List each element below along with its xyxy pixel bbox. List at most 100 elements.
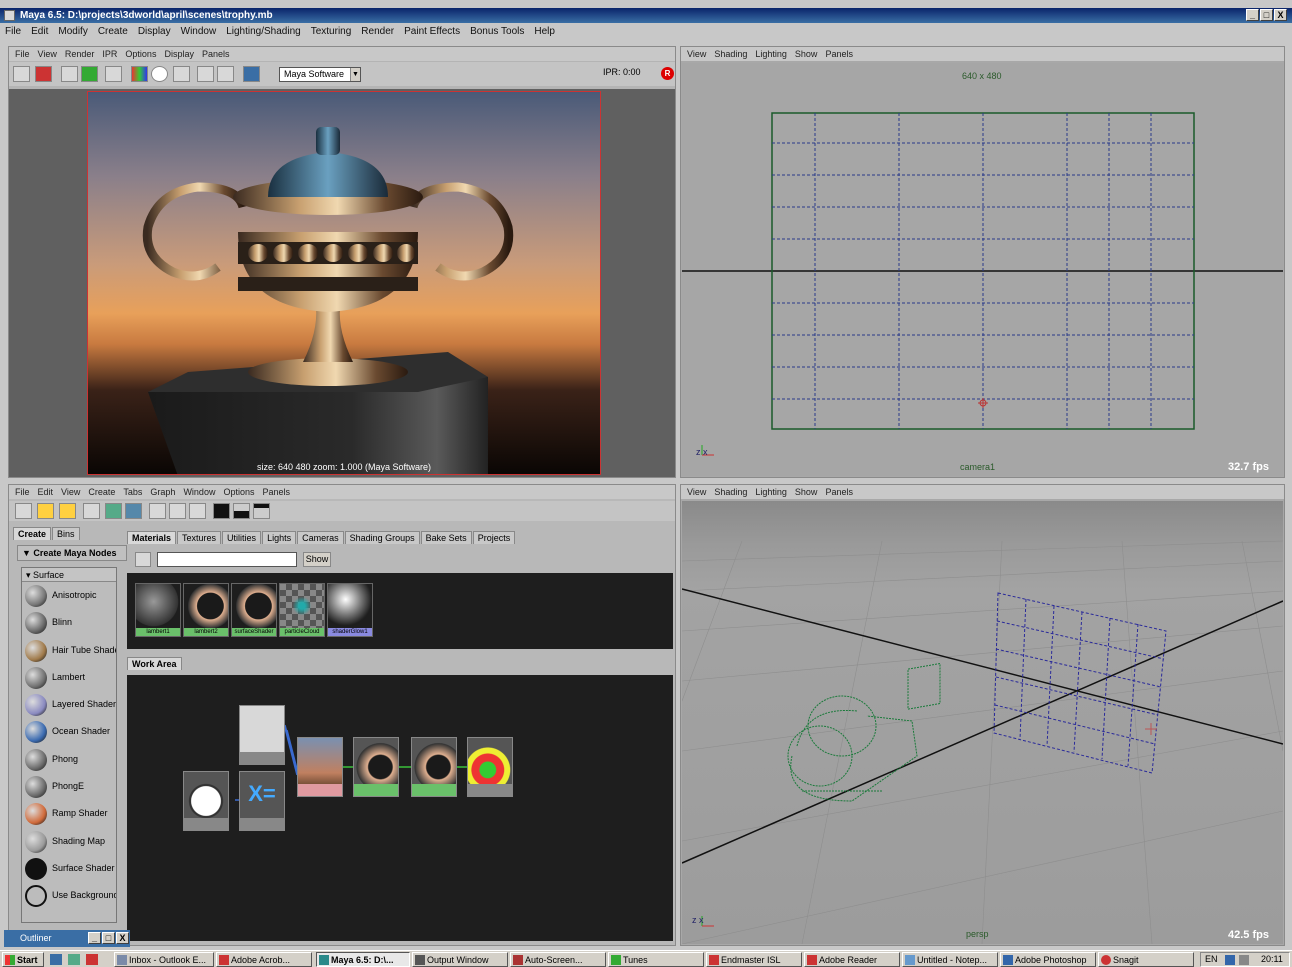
task-endmaster[interactable]: Endmaster ISL [706,952,802,967]
redo-render-icon[interactable] [13,66,30,82]
task-output-window[interactable]: Output Window [412,952,508,967]
hs-menu-panels[interactable]: Panels [262,487,290,497]
node-item[interactable]: PhongE [22,773,116,800]
quicklaunch-desktop-icon[interactable] [50,954,62,965]
one-to-one-icon[interactable] [173,66,190,82]
keep-image-icon[interactable] [197,66,214,82]
node-item[interactable]: Ocean Shader [22,718,116,745]
work-area[interactable]: X= [127,675,673,941]
tray-network-icon[interactable] [1225,955,1235,965]
render-settings-icon[interactable] [243,66,260,82]
input-connections-icon[interactable] [149,503,166,519]
node-item[interactable]: Surface Shader [22,855,116,882]
menu-bonus-tools[interactable]: Bonus Tools [465,24,529,39]
tab-bake-sets[interactable]: Bake Sets [420,531,472,544]
menu-texturing[interactable]: Texturing [306,24,357,39]
hs-menu-view[interactable]: View [61,487,80,497]
menu-display[interactable]: Display [133,24,176,39]
node-item[interactable]: Lambert [22,664,116,691]
persp-menu-view[interactable]: View [687,487,706,497]
front-menu-lighting[interactable]: Lighting [755,49,787,59]
task-snagit[interactable]: Snagit [1098,952,1194,967]
filter-icon[interactable] [135,552,151,567]
tab-shading-groups[interactable]: Shading Groups [344,531,420,544]
snapshot-icon[interactable] [61,66,78,82]
render-menu-file[interactable]: File [15,49,30,59]
menu-edit[interactable]: Edit [26,24,53,39]
language-indicator[interactable]: EN [1205,954,1218,964]
hs-menu-edit[interactable]: Edit [38,487,54,497]
tab-projects[interactable]: Projects [472,531,516,544]
top-tabs-only-icon[interactable] [213,503,230,519]
mini-close-button[interactable]: X [116,932,129,944]
menu-render[interactable]: Render [356,24,399,39]
graph-upstream-icon[interactable] [37,503,54,519]
node-item[interactable]: Anisotropic [22,582,116,609]
graph-materials-icon[interactable] [125,503,142,519]
task-notepad[interactable]: Untitled - Notep... [902,952,998,967]
menu-modify[interactable]: Modify [53,24,92,39]
start-button[interactable]: Start [2,952,44,967]
render-menu-view[interactable]: View [38,49,57,59]
rgb-channels-icon[interactable] [131,66,148,82]
top-bottom-tabs-icon[interactable] [253,503,270,519]
bottom-tabs-only-icon[interactable] [233,503,250,519]
minimize-button[interactable]: _ [1246,9,1259,21]
persp-menu-panels[interactable]: Panels [825,487,853,497]
chevron-down-icon[interactable]: ▼ [350,68,360,81]
surface-shader-node[interactable] [411,737,457,797]
renderer-select[interactable]: Maya Software ▼ [279,67,361,82]
node-item[interactable]: Blinn [22,609,116,636]
tray-volume-icon[interactable] [1239,955,1249,965]
window-title-bar[interactable]: Maya 6.5: D:\projects\3dworld\april\scen… [0,8,1292,23]
remove-image-icon[interactable] [217,66,234,82]
filter-input[interactable] [157,552,297,567]
node-item[interactable]: Ramp Shader [22,800,116,827]
tab-utilities[interactable]: Utilities [222,531,262,544]
swatch-particle-cloud[interactable]: particleCloud [279,583,325,637]
task-adobe-reader[interactable]: Adobe Reader [804,952,900,967]
in-out-connections-icon[interactable] [169,503,186,519]
show-button[interactable]: Show [303,552,331,567]
task-maya[interactable]: Maya 6.5: D:\... [316,952,410,967]
persp-menu-shading[interactable]: Shading [714,487,747,497]
swatch-shader-glow[interactable]: shaderGlow1 [327,583,373,637]
toggle-create-bar-icon[interactable] [15,503,32,519]
task-auto-screen[interactable]: Auto-Screen... [510,952,606,967]
swatch-surface-shader[interactable]: surfaceShader [231,583,277,637]
time-node[interactable] [183,771,229,831]
shading-group-node[interactable] [467,737,513,797]
hs-menu-create[interactable]: Create [88,487,115,497]
render-menu-options[interactable]: Options [125,49,156,59]
persp-menu-lighting[interactable]: Lighting [755,487,787,497]
record-icon[interactable]: R [661,67,674,80]
menu-lighting-shading[interactable]: Lighting/Shading [221,24,306,39]
clear-graph-icon[interactable] [83,503,100,519]
node-item[interactable]: Layered Shader [22,691,116,718]
hs-menu-window[interactable]: Window [183,487,215,497]
hs-menu-graph[interactable]: Graph [150,487,175,497]
minimized-window[interactable]: Outliner _ □ X [4,930,130,947]
quicklaunch-app-icon[interactable] [86,954,98,965]
front-menu-shading[interactable]: Shading [714,49,747,59]
render-menu-panels[interactable]: Panels [202,49,230,59]
maximize-button[interactable]: □ [1260,9,1273,21]
hs-menu-options[interactable]: Options [223,487,254,497]
task-photoshop[interactable]: Adobe Photoshop [1000,952,1096,967]
menu-create[interactable]: Create [93,24,133,39]
create-maya-nodes-button[interactable]: ▼ Create Maya Nodes [17,545,127,561]
task-tunes[interactable]: Tunes [608,952,704,967]
tab-lights[interactable]: Lights [262,531,297,544]
tab-materials[interactable]: Materials [127,531,177,544]
persp-menu-show[interactable]: Show [795,487,818,497]
tab-bins[interactable]: Bins [52,527,80,540]
alpha-channel-icon[interactable] [151,66,168,82]
menu-help[interactable]: Help [529,24,560,39]
lambert-node[interactable] [353,737,399,797]
swatch-lambert1[interactable]: lambert1 [135,583,181,637]
close-button[interactable]: X [1274,9,1287,21]
swatch-lambert2[interactable]: lambert2 [183,583,229,637]
mini-maximize-button[interactable]: □ [102,932,115,944]
surface-category-header[interactable]: ▾ Surface [22,568,116,582]
node-item[interactable]: Phong [22,746,116,773]
